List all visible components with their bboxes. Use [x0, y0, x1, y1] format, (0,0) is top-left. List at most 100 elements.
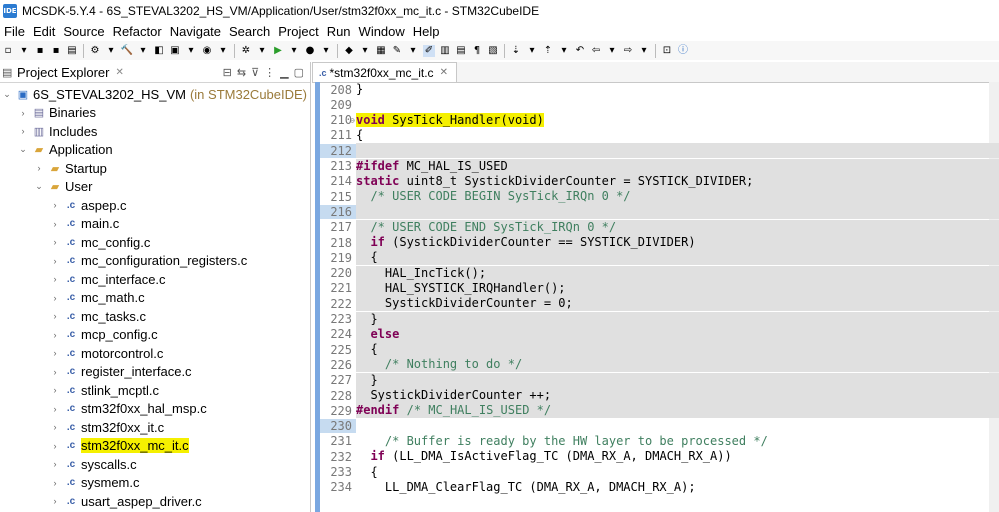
minimize-icon[interactable]: ▁: [280, 66, 288, 79]
menu-edit[interactable]: Edit: [33, 24, 55, 39]
print-icon[interactable]: ▤: [66, 45, 78, 57]
dropdown-icon[interactable]: ▾: [407, 45, 419, 57]
menu-window[interactable]: Window: [359, 24, 405, 39]
collapsed-arrow-icon[interactable]: ›: [50, 311, 60, 321]
tree-item[interactable]: › .c stm32f0xx_hal_msp.c: [50, 400, 207, 418]
tree-item[interactable]: › .c register_interface.c: [50, 363, 192, 381]
filter-icon[interactable]: ⊽: [251, 66, 259, 79]
info-icon[interactable]: ⓘ: [677, 45, 689, 57]
menu-refactor[interactable]: Refactor: [113, 24, 162, 39]
dropdown-icon[interactable]: ▾: [526, 45, 538, 57]
show-whitespace-icon[interactable]: ¶: [471, 45, 483, 57]
menu-run[interactable]: Run: [327, 24, 351, 39]
code-editor[interactable]: 208} 209 210 ⊖ void SysTick_Handler(void) 211…: [312, 82, 999, 512]
collapsed-arrow-icon[interactable]: ›: [50, 256, 60, 266]
tree-item[interactable]: ⌄ ▣ 6S_STEVAL3202_HS_VM (in STM32CubeIDE): [2, 85, 307, 103]
tree-item[interactable]: › .c syscalls.c: [50, 455, 137, 473]
fold-marker-icon[interactable]: ⊖: [350, 116, 355, 125]
forward-icon[interactable]: ⇨: [622, 45, 634, 57]
save-icon[interactable]: ▪: [34, 45, 46, 57]
dropdown-icon[interactable]: ▾: [288, 45, 300, 57]
collapsed-arrow-icon[interactable]: ›: [50, 219, 60, 229]
toggle-block-icon[interactable]: ▥: [439, 45, 451, 57]
dropdown-icon[interactable]: ▾: [359, 45, 371, 57]
collapsed-arrow-icon[interactable]: ›: [34, 163, 44, 173]
collapsed-arrow-icon[interactable]: ›: [50, 293, 60, 303]
collapsed-arrow-icon[interactable]: ›: [50, 385, 60, 395]
toggle-highlight-icon[interactable]: ✐: [423, 44, 435, 57]
last-edit-icon[interactable]: ↶: [574, 45, 586, 57]
tree-item[interactable]: › .c mc_config.c: [50, 233, 151, 251]
menu-project[interactable]: Project: [278, 24, 318, 39]
clean-icon[interactable]: ◧: [153, 45, 165, 57]
collapsed-arrow-icon[interactable]: ›: [50, 237, 60, 247]
editor-tab[interactable]: .c *stm32f0xx_mc_it.c ✕: [312, 62, 457, 82]
tree-item[interactable]: › .c mc_math.c: [50, 289, 145, 307]
dropdown-icon[interactable]: ▾: [558, 45, 570, 57]
tree-item[interactable]: › .c mc_configuration_registers.c: [50, 252, 248, 270]
dropdown-icon[interactable]: ▾: [185, 45, 197, 57]
save-all-icon[interactable]: ▪: [50, 45, 62, 57]
dropdown-icon[interactable]: ▾: [320, 45, 332, 57]
view-menu-icon[interactable]: ⋮: [264, 66, 275, 79]
block-selection-icon[interactable]: ▧: [487, 45, 499, 57]
tree-item[interactable]: › ▰ Startup: [34, 159, 107, 177]
tree-item[interactable]: › .c stlink_mcptl.c: [50, 381, 160, 399]
tree-item[interactable]: › .c usart_aspep_driver.c: [50, 492, 202, 510]
collapsed-arrow-icon[interactable]: ›: [50, 367, 60, 377]
tree-item[interactable]: › .c main.c: [50, 215, 120, 233]
open-element-icon[interactable]: ✎: [391, 45, 403, 57]
dropdown-icon[interactable]: ▾: [105, 45, 117, 57]
dropdown-icon[interactable]: ▾: [638, 45, 650, 57]
dropdown-icon[interactable]: ▾: [217, 45, 229, 57]
collapsed-arrow-icon[interactable]: ›: [18, 108, 28, 118]
collapsed-arrow-icon[interactable]: ›: [50, 422, 60, 432]
dropdown-icon[interactable]: ▾: [256, 45, 268, 57]
tree-item[interactable]: › .c mc_interface.c: [50, 270, 166, 288]
tree-item[interactable]: ⌄ ▰ User: [34, 178, 92, 196]
tree-item[interactable]: › .c aspep.c: [50, 196, 127, 214]
tree-item[interactable]: › .c stm32f0xx_mc_it.c: [50, 437, 189, 455]
collapse-all-icon[interactable]: ⊟: [223, 66, 232, 79]
collapsed-arrow-icon[interactable]: ›: [50, 404, 60, 414]
expanded-arrow-icon[interactable]: ⌄: [34, 181, 44, 192]
collapsed-arrow-icon[interactable]: ›: [50, 459, 60, 469]
build-config-icon[interactable]: ⚙: [89, 45, 101, 57]
collapsed-arrow-icon[interactable]: ›: [50, 441, 60, 451]
close-icon[interactable]: ✕: [440, 67, 448, 78]
tree-item[interactable]: › .c mc_tasks.c: [50, 307, 147, 325]
new-class-icon[interactable]: ◆: [343, 45, 355, 57]
menu-help[interactable]: Help: [413, 24, 440, 39]
expanded-arrow-icon[interactable]: ⌄: [18, 144, 28, 155]
project-explorer-title[interactable]: Project Explorer: [17, 65, 109, 80]
tree-item[interactable]: › .c sysmem.c: [50, 474, 140, 492]
expanded-arrow-icon[interactable]: ⌄: [2, 89, 12, 100]
collapsed-arrow-icon[interactable]: ›: [50, 496, 60, 506]
menu-source[interactable]: Source: [63, 24, 104, 39]
tree-item[interactable]: ⌄ ▰ Application: [18, 141, 112, 159]
open-type-icon[interactable]: ▦: [375, 45, 387, 57]
tree-item[interactable]: › .c mcp_config.c: [50, 326, 158, 344]
toggle-mark-icon[interactable]: ▤: [455, 45, 467, 57]
collapsed-arrow-icon[interactable]: ›: [50, 478, 60, 488]
menu-search[interactable]: Search: [229, 24, 270, 39]
dropdown-icon[interactable]: ▾: [18, 45, 30, 57]
collapsed-arrow-icon[interactable]: ›: [18, 126, 28, 136]
debug-target-icon[interactable]: ◉: [201, 45, 213, 57]
tree-item[interactable]: › ▤ Binaries: [18, 104, 96, 122]
back-icon[interactable]: ⇦: [590, 45, 602, 57]
debug-icon[interactable]: ✲: [240, 45, 252, 57]
menu-navigate[interactable]: Navigate: [170, 24, 221, 39]
next-annotation-icon[interactable]: ⇣: [510, 45, 522, 57]
dropdown-icon[interactable]: ▾: [137, 45, 149, 57]
tree-item[interactable]: › .c stm32f0xx_it.c: [50, 418, 165, 436]
tree-item[interactable]: › .c motorcontrol.c: [50, 344, 164, 362]
prev-annotation-icon[interactable]: ⇡: [542, 45, 554, 57]
link-editor-icon[interactable]: ⇆: [237, 66, 246, 79]
collapsed-arrow-icon[interactable]: ›: [50, 330, 60, 340]
external-tools-icon[interactable]: ●: [304, 45, 316, 57]
collapsed-arrow-icon[interactable]: ›: [50, 200, 60, 210]
run-icon[interactable]: ▶: [272, 45, 284, 57]
menu-file[interactable]: File: [4, 24, 25, 39]
open-perspective-icon[interactable]: ⊡: [661, 45, 673, 57]
